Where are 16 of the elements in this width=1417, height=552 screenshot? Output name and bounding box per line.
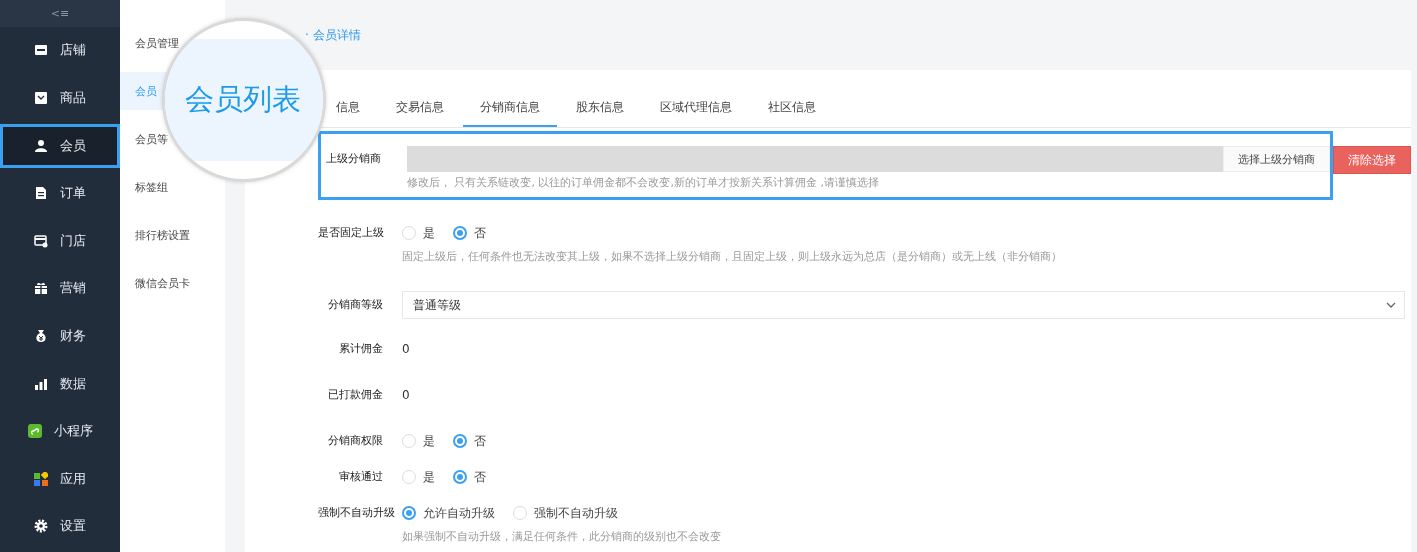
breadcrumb-separator: · — [305, 28, 309, 42]
help-text: 固定上级后，任何条件也无法改变其上级，如果不选择上级分销商，且固定上级，则上级永远为总店（是分销商）或无上线（非分销商） — [402, 249, 1063, 264]
select-value: 普通等级 — [413, 296, 461, 314]
field-label: 累计佣金 — [338, 341, 384, 357]
field-label: 强制不自动升级 — [318, 505, 396, 521]
help-text: 修改后， 只有关系链改变, 以往的订单佣金都不会改变,新的订单才按新关系计算佣金 ,请谨慎选择 — [407, 175, 880, 190]
field-value: 0 — [402, 342, 410, 356]
field-label: 是否固定上级 — [318, 225, 385, 241]
field-label: 分销商等级 — [327, 297, 384, 313]
field-label: 上级分销商 — [325, 151, 382, 167]
field-label: 已打款佣金 — [327, 387, 384, 403]
field-label: 分销商权限 — [327, 433, 384, 449]
field-label: 审核通过 — [338, 469, 384, 485]
help-text: 如果强制不自动升级，满足任何条件，此分销商的级别也不会改变 — [402, 529, 722, 544]
magnified-label: 会员列表 — [185, 81, 301, 118]
field-value: 0 — [402, 388, 410, 402]
